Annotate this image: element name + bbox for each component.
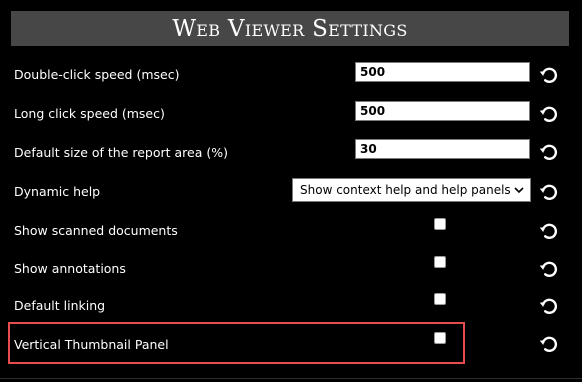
setting-row-show-scanned-documents: Show scanned documents <box>0 218 582 242</box>
setting-row-report-area-size: Default size of the report area (%) <box>0 139 582 163</box>
report-area-size-input[interactable] <box>355 139 530 159</box>
long-click-speed-input[interactable] <box>355 101 530 121</box>
reset-icon[interactable] <box>538 295 560 317</box>
show-annotations-checkbox[interactable] <box>434 256 446 268</box>
reset-icon[interactable] <box>538 181 560 203</box>
setting-label: Vertical Thumbnail Panel <box>14 337 169 352</box>
setting-label: Long click speed (msec) <box>14 106 165 121</box>
setting-label: Double-click speed (msec) <box>14 67 180 82</box>
setting-row-double-click-speed: Double-click speed (msec) <box>0 62 582 86</box>
default-linking-checkbox[interactable] <box>434 293 446 305</box>
vertical-thumbnail-panel-checkbox[interactable] <box>434 332 446 344</box>
reset-icon[interactable] <box>538 103 560 125</box>
reset-icon[interactable] <box>538 258 560 280</box>
reset-icon[interactable] <box>538 64 560 86</box>
dynamic-help-select[interactable]: Show context help and help panels <box>292 178 531 202</box>
chevron-down-icon <box>514 187 524 194</box>
show-scanned-documents-checkbox[interactable] <box>434 218 446 230</box>
setting-label: Default linking <box>14 298 106 313</box>
setting-label: Default size of the report area (%) <box>14 145 228 160</box>
setting-label: Dynamic help <box>14 184 101 199</box>
setting-row-dynamic-help: Dynamic help Show context help and help … <box>0 178 582 203</box>
setting-row-show-annotations: Show annotations <box>0 256 582 280</box>
reset-icon[interactable] <box>538 333 560 355</box>
setting-label: Show annotations <box>14 261 126 276</box>
reset-icon[interactable] <box>538 220 560 242</box>
setting-row-long-click-speed: Long click speed (msec) <box>0 101 582 125</box>
reset-icon[interactable] <box>538 141 560 163</box>
setting-row-default-linking: Default linking <box>0 293 582 317</box>
title-bar: Web Viewer Settings <box>11 11 569 46</box>
setting-label: Show scanned documents <box>14 223 178 238</box>
dynamic-help-selected-value: Show context help and help panels <box>300 183 511 197</box>
bottom-divider <box>0 378 582 379</box>
page-title: Web Viewer Settings <box>172 15 408 42</box>
setting-row-vertical-thumbnail-panel: Vertical Thumbnail Panel <box>0 332 582 356</box>
double-click-speed-input[interactable] <box>355 62 530 82</box>
